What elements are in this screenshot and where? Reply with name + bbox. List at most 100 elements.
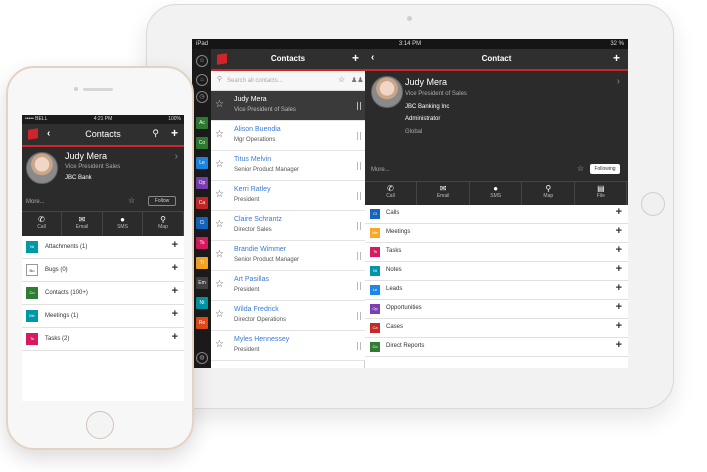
contact-row[interactable]: ☆ Kerri Ratley President bbox=[211, 181, 365, 211]
add-icon[interactable]: + bbox=[616, 244, 622, 256]
related-row-calls[interactable]: Cl Calls + bbox=[365, 205, 628, 224]
action-map-button[interactable]: ⚲ Map bbox=[523, 182, 575, 206]
rail-item-em[interactable]: Em bbox=[196, 277, 208, 289]
star-icon[interactable]: ☆ bbox=[577, 164, 584, 173]
drag-handle-icon[interactable] bbox=[357, 102, 361, 110]
iphone-title: Contacts bbox=[85, 129, 121, 139]
add-icon[interactable]: + bbox=[616, 263, 622, 275]
rail-item-nt[interactable]: Nt bbox=[196, 297, 208, 309]
group-icon[interactable]: ♟♟ bbox=[351, 76, 364, 84]
star-icon[interactable]: ☆ bbox=[215, 189, 224, 200]
favorites-star-icon[interactable]: ☆ bbox=[338, 75, 345, 84]
action-call-button[interactable]: ✆ Call bbox=[365, 182, 417, 206]
star-icon[interactable]: ☆ bbox=[215, 99, 224, 110]
contact-row[interactable]: ☆ Wilda Fredrick Director Operations bbox=[211, 301, 365, 331]
rail-item-ti[interactable]: Ti bbox=[196, 257, 208, 269]
contact-row[interactable]: ☆ Titus Melvin Senior Product Manager bbox=[211, 151, 365, 181]
star-icon[interactable]: ☆ bbox=[215, 219, 224, 230]
add-icon[interactable]: + bbox=[172, 331, 178, 343]
related-row-opportunities[interactable]: Op Opportunities + bbox=[365, 300, 628, 319]
star-icon[interactable]: ☆ bbox=[215, 309, 224, 320]
contact-row[interactable]: ☆ Judy Mera Vice President of Sales bbox=[211, 91, 365, 121]
star-icon[interactable]: ☆ bbox=[215, 249, 224, 260]
drag-handle-icon[interactable] bbox=[357, 132, 361, 140]
add-icon[interactable]: + bbox=[616, 320, 622, 332]
contact-admin: Administrator bbox=[405, 116, 441, 122]
add-icon[interactable]: + bbox=[172, 285, 178, 297]
add-icon[interactable]: + bbox=[616, 339, 622, 351]
action-email-button[interactable]: ✉ Email bbox=[418, 182, 470, 206]
rail-item-re[interactable]: Re bbox=[196, 317, 208, 329]
related-row-leads[interactable]: Le Leads + bbox=[365, 281, 628, 300]
contact-row[interactable]: ☆ Art Pasillas President bbox=[211, 271, 365, 301]
contact-row[interactable]: ☆ Alison Buendia Mgr Operations bbox=[211, 121, 365, 151]
drag-handle-icon[interactable] bbox=[357, 192, 361, 200]
add-button[interactable]: + bbox=[171, 126, 178, 140]
map-icon: ⚲ bbox=[545, 184, 552, 193]
action-map-button[interactable]: ⚲ Map bbox=[144, 212, 184, 237]
add-contact-button[interactable]: + bbox=[352, 51, 359, 65]
related-row[interactable]: Me Meetings (1) + bbox=[22, 305, 184, 328]
globe-icon[interactable]: ◍ bbox=[196, 352, 208, 364]
star-icon[interactable]: ☆ bbox=[128, 196, 135, 205]
drag-handle-icon[interactable] bbox=[357, 312, 361, 320]
star-icon[interactable]: ☆ bbox=[215, 339, 224, 350]
user-avatar-icon[interactable]: ☺ bbox=[196, 55, 208, 67]
rail-item-ci[interactable]: Ci bbox=[196, 217, 208, 229]
home-icon[interactable]: ⌂ bbox=[196, 74, 208, 86]
add-icon[interactable]: + bbox=[616, 225, 622, 237]
contacts-list-title: Contacts bbox=[270, 54, 306, 63]
drag-handle-icon[interactable] bbox=[357, 222, 361, 230]
contact-row[interactable]: ☆ Claire Schrantz Director Sales bbox=[211, 211, 365, 241]
related-row-direct-reports[interactable]: Co Direct Reports + bbox=[365, 338, 628, 357]
related-row[interactable]: Co Contacts (100+) + bbox=[22, 282, 184, 305]
related-row[interactable]: Ts Tasks (2) + bbox=[22, 328, 184, 351]
drag-handle-icon[interactable] bbox=[357, 282, 361, 290]
contacts-search-input[interactable]: Search all contacts... bbox=[217, 75, 333, 87]
rail-item-ac[interactable]: Ac bbox=[196, 117, 208, 129]
chevron-right-icon[interactable]: › bbox=[175, 151, 178, 162]
related-row-meetings[interactable]: Me Meetings + bbox=[365, 224, 628, 243]
add-icon[interactable]: + bbox=[616, 282, 622, 294]
related-row-notes[interactable]: Nt Notes + bbox=[365, 262, 628, 281]
rail-item-ts[interactable]: Ts bbox=[196, 237, 208, 249]
rail-item-ca[interactable]: Ca bbox=[196, 197, 208, 209]
contact-row[interactable]: ☆ Brandie Wimmer Senior Product Manager bbox=[211, 241, 365, 271]
drag-handle-icon[interactable] bbox=[357, 162, 361, 170]
more-link[interactable]: More... bbox=[26, 199, 45, 205]
add-icon[interactable]: + bbox=[616, 206, 622, 218]
contact-company[interactable]: JBC Banking Inc bbox=[405, 104, 449, 110]
action-email-button[interactable]: ✉ Email bbox=[63, 212, 103, 237]
chevron-right-icon[interactable]: › bbox=[617, 76, 620, 87]
related-row-tasks[interactable]: Ts Tasks + bbox=[365, 243, 628, 262]
add-icon[interactable]: + bbox=[616, 301, 622, 313]
drag-handle-icon[interactable] bbox=[357, 252, 361, 260]
related-row[interactable]: Nt Attachments (1) + bbox=[22, 236, 184, 259]
drag-handle-icon[interactable] bbox=[357, 342, 361, 350]
add-button[interactable]: + bbox=[613, 51, 620, 65]
contact-company[interactable]: JBC Bank bbox=[65, 175, 92, 181]
more-link[interactable]: More... bbox=[371, 167, 390, 173]
rail-item-op[interactable]: Op bbox=[196, 177, 208, 189]
star-icon[interactable]: ☆ bbox=[215, 159, 224, 170]
add-icon[interactable]: + bbox=[172, 239, 178, 251]
star-icon[interactable]: ☆ bbox=[215, 129, 224, 140]
add-icon[interactable]: + bbox=[172, 308, 178, 320]
clock-icon[interactable]: ◷ bbox=[196, 91, 208, 103]
star-icon[interactable]: ☆ bbox=[215, 279, 224, 290]
rail-item-le[interactable]: Le bbox=[196, 157, 208, 169]
action-sms-button[interactable]: ● SMS bbox=[103, 212, 143, 237]
related-label: Tasks (2) bbox=[45, 336, 70, 342]
add-icon[interactable]: + bbox=[172, 262, 178, 274]
follow-button[interactable]: Follow bbox=[148, 196, 176, 206]
following-button[interactable]: Following bbox=[590, 164, 620, 174]
action-sms-button[interactable]: ● SMS bbox=[470, 182, 523, 206]
related-row[interactable]: Bu Bugs (0) + bbox=[22, 259, 184, 282]
contact-row-title: Senior Product Manager bbox=[234, 257, 300, 263]
action-file-button[interactable]: ▤ File bbox=[575, 182, 628, 206]
search-icon[interactable]: ⚲ bbox=[152, 128, 159, 139]
related-row-cases[interactable]: Ca Cases + bbox=[365, 319, 628, 338]
action-call-button[interactable]: ✆ Call bbox=[22, 212, 62, 237]
contact-row[interactable]: ☆ Myles Hennessey President bbox=[211, 331, 365, 361]
rail-item-co[interactable]: Co bbox=[196, 137, 208, 149]
